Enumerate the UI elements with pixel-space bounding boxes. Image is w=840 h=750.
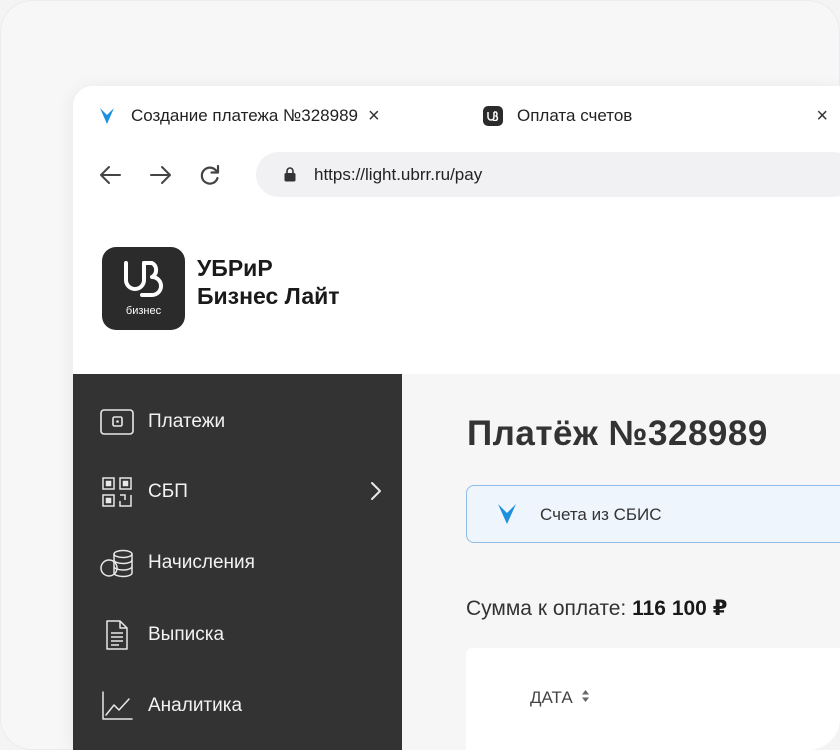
sidebar-item-label: СБП: [148, 481, 188, 502]
ub-logo-icon: [124, 261, 163, 297]
sort-icon: [581, 688, 590, 708]
chevron-right-icon: [370, 481, 382, 506]
column-header-date[interactable]: ДАТА: [530, 688, 590, 708]
qr-code-icon: [100, 475, 134, 509]
sidebar: Платежи СБП Начисления Выписка Аналитика: [73, 374, 402, 750]
tab-close-icon[interactable]: ×: [816, 106, 828, 126]
page-title: Платёж №328989: [467, 414, 768, 453]
tab-label: Создание платежа №328989: [131, 106, 358, 125]
wallet-icon: [100, 405, 134, 439]
app-header: бизнес УБРиР Бизнес Лайт: [73, 204, 840, 374]
sidebar-item-accruals[interactable]: Начисления: [100, 546, 390, 580]
column-header-label: ДАТА: [530, 688, 573, 707]
sbis-invoices-button[interactable]: Счета из СБИС: [466, 485, 840, 543]
payments-table: ДАТА: [466, 648, 840, 750]
ubrr-logo[interactable]: бизнес: [102, 247, 185, 330]
sidebar-item-label: Аналитика: [148, 695, 243, 716]
brand-name: УБРиР Бизнес Лайт: [197, 254, 340, 310]
sbis-favicon-icon: [97, 106, 117, 126]
tab-strip: Создание платежа №328989 × Оплата счетов…: [73, 86, 840, 144]
ubrr-favicon-icon: [483, 106, 503, 126]
document-icon: [100, 618, 134, 652]
amount-due-label: Сумма к оплате:: [466, 597, 627, 620]
sidebar-item-label: Начисления: [148, 552, 255, 573]
main-content: Платёж №328989 Счета из СБИС Сумма к опл…: [402, 374, 840, 750]
browser-window: Создание платежа №328989 × Оплата счетов…: [73, 86, 840, 750]
sbis-icon: [497, 503, 517, 530]
coins-icon: [100, 546, 134, 580]
chart-line-icon: [100, 689, 134, 723]
tab-invoice-payment[interactable]: Оплата счетов ×: [483, 104, 828, 128]
brand-line-1: УБРиР: [197, 255, 273, 281]
reload-icon[interactable]: [197, 162, 223, 188]
back-arrow-icon[interactable]: [97, 162, 123, 188]
sidebar-item-sbp[interactable]: СБП: [100, 475, 390, 509]
sidebar-item-statement[interactable]: Выписка: [100, 618, 390, 652]
tab-create-payment[interactable]: Создание платежа №328989 ×: [97, 104, 380, 128]
lock-icon: [284, 167, 296, 187]
sidebar-item-payments[interactable]: Платежи: [100, 405, 390, 439]
logo-caption: бизнес: [125, 305, 162, 317]
tab-label: Оплата счетов: [517, 106, 633, 125]
sbis-button-label: Счета из СБИС: [540, 505, 662, 524]
brand-line-2: Бизнес Лайт: [197, 283, 340, 309]
sidebar-item-label: Выписка: [148, 624, 225, 645]
sidebar-item-analytics[interactable]: Аналитика: [100, 689, 390, 723]
sidebar-item-label: Платежи: [148, 411, 226, 432]
forward-arrow-icon[interactable]: [148, 162, 174, 188]
amount-due-value: 116 100 ₽: [632, 597, 728, 620]
url-text: https://light.ubrr.ru/pay: [314, 165, 483, 184]
amount-due: Сумма к оплате: 116 100 ₽: [466, 596, 727, 621]
browser-toolbar: https://light.ubrr.ru/pay: [73, 144, 840, 204]
screenshot-card: Создание платежа №328989 × Оплата счетов…: [0, 0, 840, 750]
tab-close-icon[interactable]: ×: [368, 106, 380, 126]
address-bar[interactable]: https://light.ubrr.ru/pay: [256, 152, 840, 197]
